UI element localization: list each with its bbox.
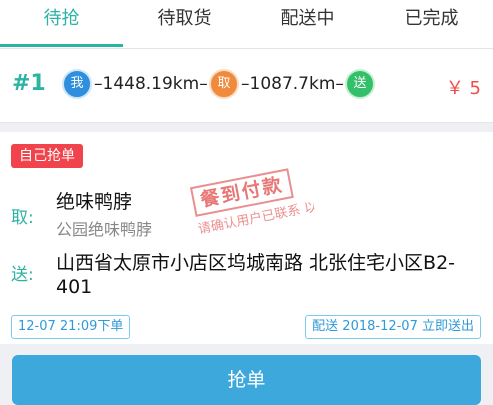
self-grab-badge: 自己抢单 — [11, 144, 83, 168]
order-card[interactable]: 自己抢单 取: 绝味鸭脖 公园绝味鸭脖 送: 山西省太原市小店区坞城南路 北张住… — [0, 132, 493, 344]
grab-order-button[interactable]: 抢单 — [12, 355, 481, 405]
order-time: 12-07 21:09下单 — [11, 315, 131, 339]
order-header: #1 我 –1448.19km– 取 –1087.7km– 送 ￥ 5 — [0, 49, 493, 123]
shop-subtitle: 公园绝味鸭脖 — [56, 220, 153, 239]
tab-pending-grab[interactable]: 待抢 — [0, 0, 123, 48]
active-tab-indicator — [0, 44, 123, 47]
tab-completed[interactable]: 已完成 — [370, 0, 493, 48]
tab-pending-pickup[interactable]: 待取货 — [123, 0, 246, 48]
delivery-icon: 送 — [345, 69, 375, 99]
delivery-label: 送: — [11, 265, 34, 285]
pickup-icon: 取 — [209, 69, 239, 99]
distance-to-delivery: –1087.7km– — [241, 74, 344, 94]
delivery-time: 配送 2018-12-07 立即送出 — [305, 315, 481, 339]
order-status-tabs: 待抢 待取货 配送中 已完成 — [0, 0, 493, 49]
delivery-address: 山西省太原市小店区坞城南路 北张住宅小区B2-401 — [56, 252, 456, 298]
distance-to-pickup: –1448.19km– — [94, 74, 208, 94]
order-price: ￥ 5 — [445, 78, 481, 99]
pickup-label: 取: — [11, 208, 34, 228]
me-icon: 我 — [62, 69, 92, 99]
order-number: #1 — [12, 71, 46, 96]
shop-name: 绝味鸭脖 — [56, 191, 133, 213]
tab-delivering[interactable]: 配送中 — [246, 0, 369, 48]
